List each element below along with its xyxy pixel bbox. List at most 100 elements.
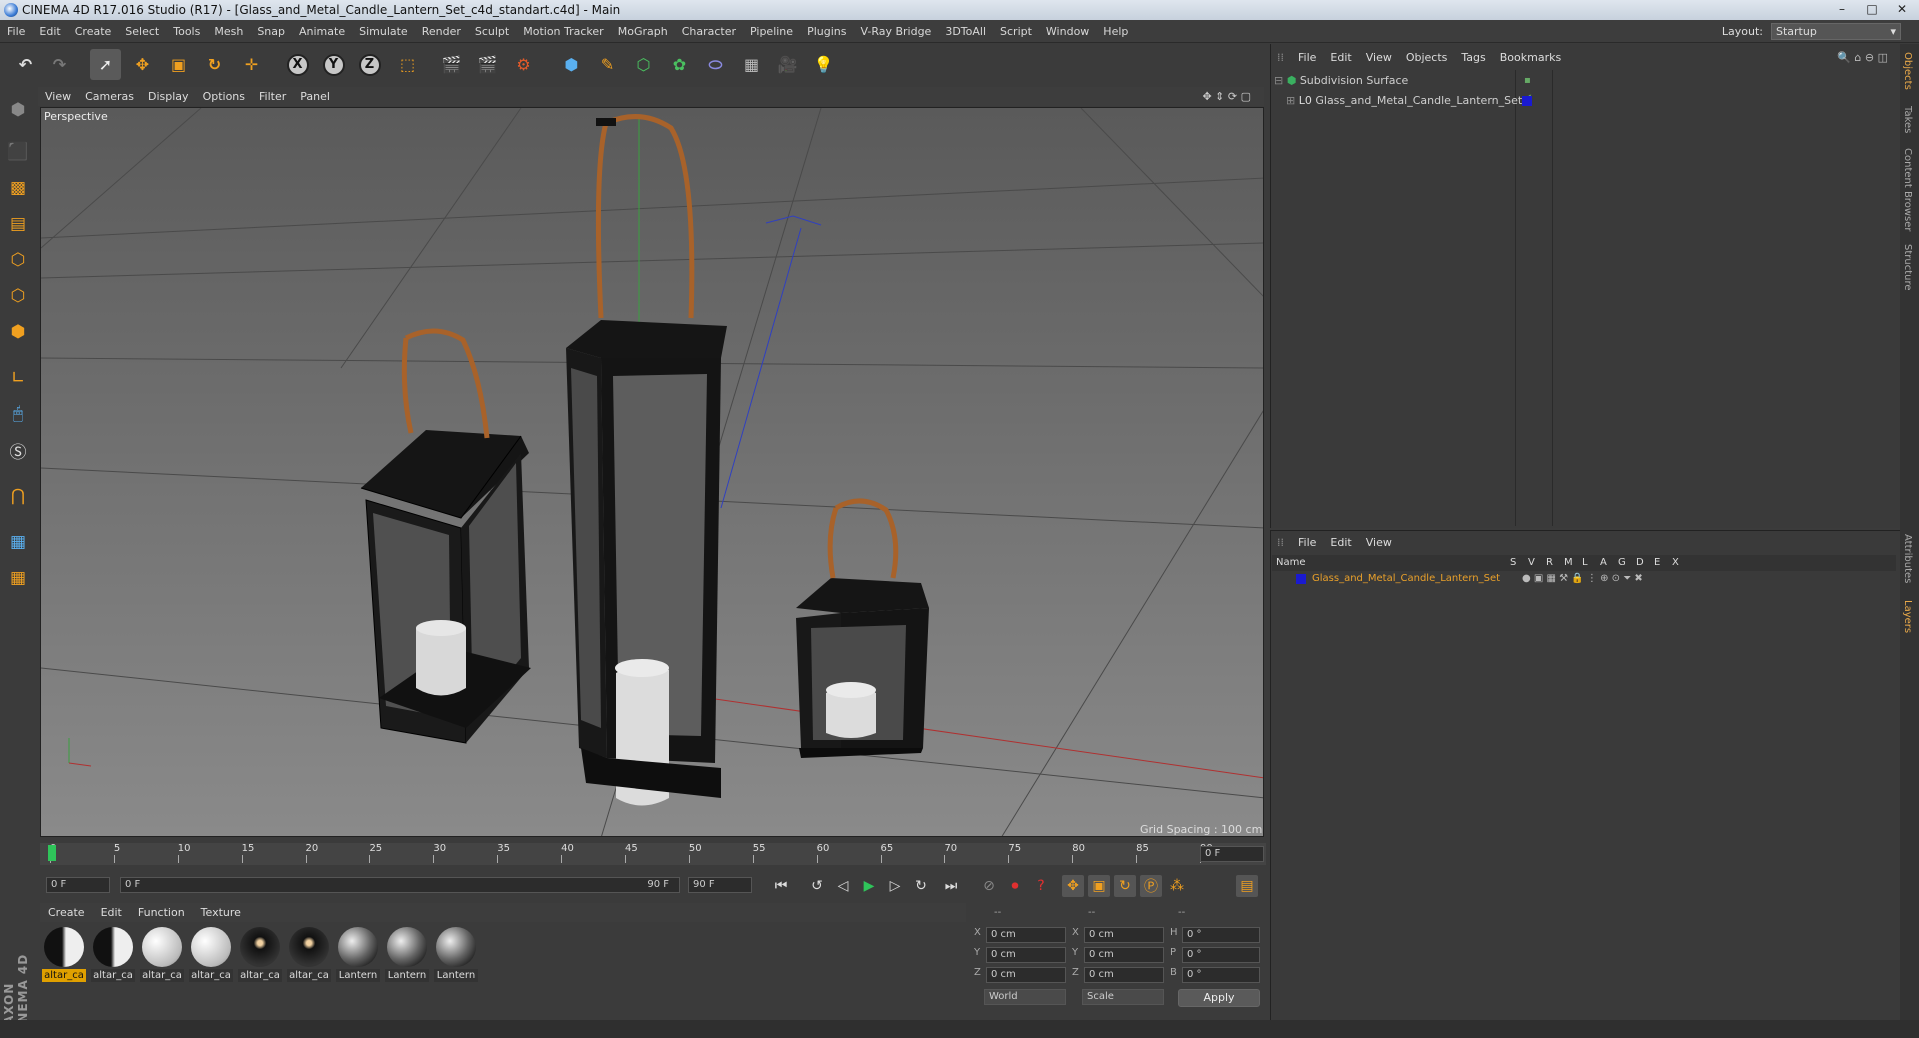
- planar-workplane-icon[interactable]: ▦: [4, 564, 32, 592]
- menu-3dtoall[interactable]: 3DToAll: [938, 20, 993, 43]
- move-icon[interactable]: ✥: [127, 49, 158, 80]
- object-menu-file[interactable]: File: [1291, 51, 1323, 64]
- menu-help[interactable]: Help: [1096, 20, 1135, 43]
- tab-structure[interactable]: Structure: [1902, 244, 1913, 291]
- rotation-p-field[interactable]: 0 °: [1182, 947, 1260, 963]
- maximize-button[interactable]: □: [1857, 0, 1887, 18]
- points-mode-icon[interactable]: ⬡: [4, 246, 32, 274]
- scale-icon[interactable]: ▣: [163, 49, 194, 80]
- menu-mesh[interactable]: Mesh: [207, 20, 250, 43]
- layer-menu-view[interactable]: View: [1359, 536, 1399, 549]
- select-cursor-icon[interactable]: ➚: [90, 49, 121, 80]
- material-menu-function[interactable]: Function: [130, 906, 193, 919]
- cube-icon[interactable]: ⬢: [556, 49, 587, 80]
- coordinate-system-icon[interactable]: ⬚: [392, 49, 423, 80]
- rotation-b-field[interactable]: 0 °: [1182, 967, 1260, 983]
- tree-row-lantern-set[interactable]: ⊞ L0 Glass_and_Metal_Candle_Lantern_Set: [1286, 92, 1532, 110]
- size-z-field[interactable]: 0 cm: [1084, 967, 1164, 983]
- next-frame-icon[interactable]: ▷: [884, 875, 906, 897]
- material-swatch[interactable]: altar_ca: [140, 925, 184, 983]
- collapse-icon[interactable]: ⊟: [1274, 74, 1283, 87]
- position-z-field[interactable]: 0 cm: [986, 967, 1066, 983]
- edges-mode-icon[interactable]: ⬡: [4, 282, 32, 310]
- layer-menu-edit[interactable]: Edit: [1323, 536, 1358, 549]
- rotate-icon[interactable]: ↻: [199, 49, 230, 80]
- material-swatch[interactable]: altar_ca: [91, 925, 135, 983]
- menu-character[interactable]: Character: [675, 20, 743, 43]
- object-manager-tool-icons[interactable]: 🔍 ⌂ ⊖ ◫: [1837, 48, 1888, 68]
- size-x-field[interactable]: 0 cm: [1084, 927, 1164, 943]
- record-off-icon[interactable]: ⊘: [978, 875, 1000, 897]
- material-menu-texture[interactable]: Texture: [193, 906, 249, 919]
- make-editable-icon[interactable]: ⬢: [4, 96, 32, 124]
- key-pla-icon[interactable]: ⁂: [1166, 875, 1188, 897]
- camera-icon[interactable]: 🎥: [772, 49, 803, 80]
- render-view-icon[interactable]: 🎬: [436, 49, 467, 80]
- material-menu-edit[interactable]: Edit: [93, 906, 130, 919]
- layer-color-swatch[interactable]: [1296, 574, 1306, 584]
- x-axis-button[interactable]: X: [282, 49, 313, 80]
- layout-select[interactable]: Startup ▾: [1771, 23, 1901, 40]
- tab-objects[interactable]: Objects: [1902, 52, 1913, 90]
- deformer-icon[interactable]: ⬭: [700, 49, 731, 80]
- coord-mode-select[interactable]: World: [984, 989, 1066, 1005]
- key-param-icon[interactable]: Ⓟ: [1140, 875, 1162, 897]
- material-swatch[interactable]: Lantern: [336, 925, 380, 983]
- menu-edit[interactable]: Edit: [32, 20, 67, 43]
- object-menu-objects[interactable]: Objects: [1399, 51, 1455, 64]
- apply-button[interactable]: Apply: [1178, 989, 1260, 1007]
- object-menu-tags[interactable]: Tags: [1454, 51, 1492, 64]
- minimize-button[interactable]: –: [1827, 0, 1857, 18]
- lock-workplane-icon[interactable]: ▦: [4, 528, 32, 556]
- viewport-menu-display[interactable]: Display: [141, 90, 196, 103]
- redo-icon[interactable]: ↷: [44, 49, 75, 80]
- menu-create[interactable]: Create: [68, 20, 119, 43]
- menu-pipeline[interactable]: Pipeline: [743, 20, 800, 43]
- object-menu-edit[interactable]: Edit: [1323, 51, 1358, 64]
- snap-magnet-icon[interactable]: ⋂: [4, 482, 32, 510]
- tab-takes[interactable]: Takes: [1902, 106, 1913, 133]
- layer-flag-icons[interactable]: ● ▣ ▦ ⚒ 🔒 ⋮ ⊕ ⊙ ⏷ ✖: [1522, 571, 1643, 587]
- next-key-icon[interactable]: ↻: [910, 875, 932, 897]
- menu-animate[interactable]: Animate: [292, 20, 352, 43]
- material-swatch[interactable]: altar_ca: [42, 925, 86, 983]
- menu-sculpt[interactable]: Sculpt: [468, 20, 516, 43]
- menu-motion-tracker[interactable]: Motion Tracker: [516, 20, 610, 43]
- menu-plugins[interactable]: Plugins: [800, 20, 853, 43]
- viewport-menu-cameras[interactable]: Cameras: [78, 90, 141, 103]
- tree-row-subdivision[interactable]: ⊟ ⬢ Subdivision Surface ▪ ✔: [1274, 72, 1532, 104]
- tab-attributes[interactable]: Attributes: [1902, 534, 1913, 583]
- frame-range-slider[interactable]: 0 F 90 F: [120, 877, 680, 893]
- key-scale-icon[interactable]: ▣: [1088, 875, 1110, 897]
- undo-icon[interactable]: ↶: [10, 49, 41, 80]
- current-frame-field[interactable]: 0 F: [1200, 846, 1264, 862]
- mograph-cloner-icon[interactable]: ✿: [664, 49, 695, 80]
- layer-row[interactable]: Glass_and_Metal_Candle_Lantern_Set ● ▣ ▦…: [1272, 571, 1896, 587]
- end-frame-field[interactable]: 90 F: [688, 877, 752, 893]
- tweak-mode-icon[interactable]: 🖱: [4, 400, 32, 428]
- axis-mode-icon[interactable]: ∟: [4, 364, 32, 392]
- 3d-viewport[interactable]: [40, 107, 1264, 837]
- playhead-marker[interactable]: [48, 845, 56, 861]
- menu-snap[interactable]: Snap: [250, 20, 292, 43]
- menu-select[interactable]: Select: [118, 20, 166, 43]
- timeline-ruler[interactable]: 051015202530354045505560657075808590: [40, 843, 1266, 865]
- timeline-window-icon[interactable]: ▤: [1236, 875, 1258, 897]
- floor-icon[interactable]: ▦: [736, 49, 767, 80]
- menu-file[interactable]: File: [0, 20, 32, 43]
- render-picture-viewer-icon[interactable]: 🎬: [472, 49, 503, 80]
- y-axis-button[interactable]: Y: [318, 49, 349, 80]
- menu-tools[interactable]: Tools: [166, 20, 207, 43]
- material-swatch[interactable]: altar_ca: [189, 925, 233, 983]
- menu-simulate[interactable]: Simulate: [352, 20, 415, 43]
- record-icon[interactable]: ⏺: [1004, 875, 1026, 897]
- material-swatch[interactable]: Lantern: [434, 925, 478, 983]
- light-icon[interactable]: 💡: [808, 49, 839, 80]
- viewport-menu-panel[interactable]: Panel: [293, 90, 337, 103]
- menu-render[interactable]: Render: [415, 20, 468, 43]
- polygons-mode-icon[interactable]: ⬢: [4, 318, 32, 346]
- go-to-end-icon[interactable]: ⏭: [940, 875, 962, 897]
- z-axis-button[interactable]: Z: [354, 49, 385, 80]
- close-button[interactable]: ✕: [1887, 0, 1917, 18]
- tab-content-browser[interactable]: Content Browser: [1902, 148, 1913, 231]
